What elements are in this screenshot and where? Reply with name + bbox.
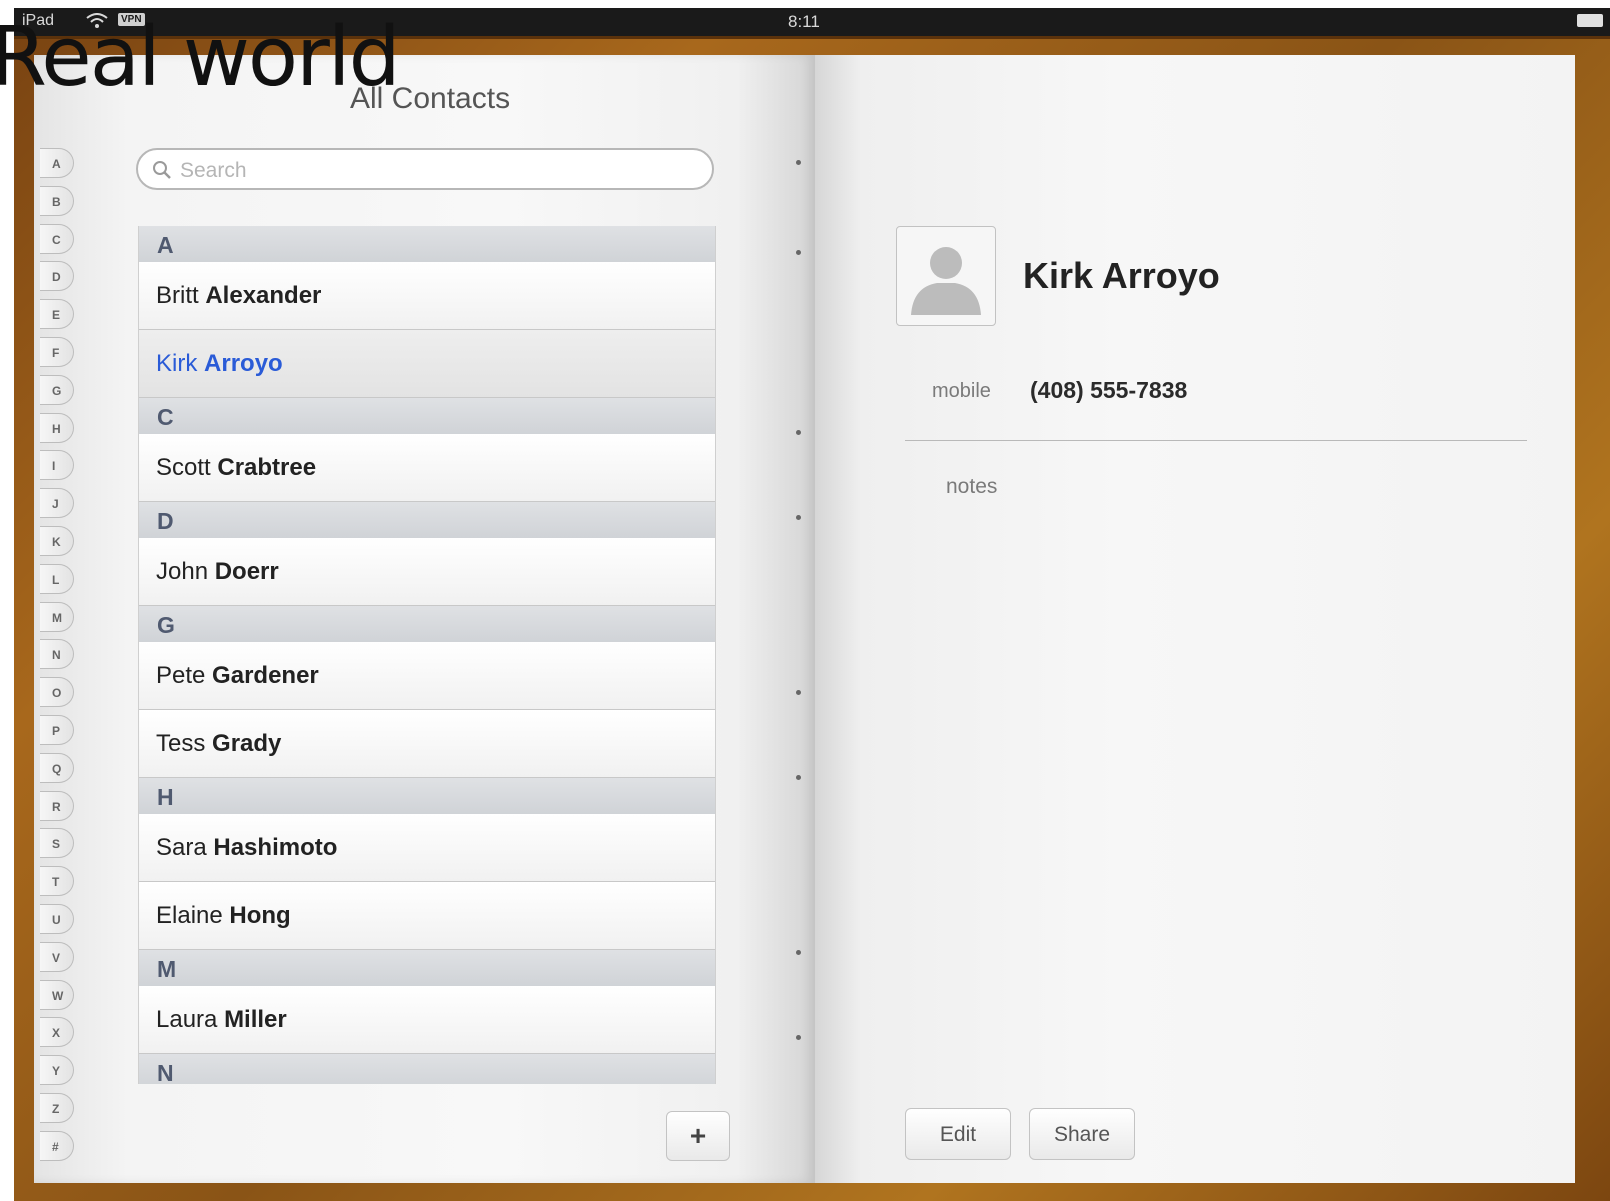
section-header: H	[139, 778, 715, 814]
index-tab-z[interactable]: Z	[40, 1093, 74, 1123]
index-tab-t[interactable]: T	[40, 866, 74, 896]
index-tab-d[interactable]: D	[40, 261, 74, 291]
field-divider	[905, 440, 1527, 441]
index-tab-r[interactable]: R	[40, 791, 74, 821]
contact-first-name: Sara	[156, 834, 207, 861]
index-tab-k[interactable]: K	[40, 526, 74, 556]
index-tab-hash[interactable]: #	[40, 1131, 74, 1161]
contact-row[interactable]: Scott Crabtree	[139, 434, 715, 502]
contact-row[interactable]: Britt Alexander	[139, 262, 715, 330]
contact-first-name: Laura	[156, 1006, 218, 1033]
spine-stitch	[796, 515, 801, 520]
contact-first-name: Pete	[156, 662, 206, 689]
contact-first-name: Elaine	[156, 902, 223, 929]
plus-icon: +	[689, 1120, 707, 1151]
section-header: A	[139, 226, 715, 262]
index-tab-m[interactable]: M	[40, 602, 74, 632]
contact-last-name: Hong	[229, 902, 291, 929]
slide-title: Real world	[0, 10, 401, 105]
contact-last-name: Crabtree	[217, 454, 317, 481]
contact-row[interactable]: Sara Hashimoto	[139, 814, 715, 882]
section-header: C	[139, 398, 715, 434]
contact-name: Kirk Arroyo	[1023, 255, 1220, 296]
section-header: D	[139, 502, 715, 538]
alphabet-index: A B C D E F G H I J K L M N O P Q R S T U V W X Y Z #	[40, 148, 90, 1161]
spine-stitch	[796, 690, 801, 695]
contact-first-name: Tess	[156, 730, 206, 757]
spine-stitch	[796, 1035, 801, 1040]
search-field[interactable]: Search	[136, 148, 714, 190]
phone-number[interactable]: (408) 555-7838	[1030, 377, 1187, 404]
phone-label: mobile	[932, 380, 991, 402]
contact-row[interactable]: John Doerr	[139, 538, 715, 606]
index-tab-s[interactable]: S	[40, 828, 74, 858]
battery-icon	[1577, 14, 1603, 27]
spine-stitch	[796, 160, 801, 165]
search-placeholder: Search	[180, 159, 247, 182]
index-tab-q[interactable]: Q	[40, 753, 74, 783]
contact-row[interactable]: Elaine Hong	[139, 882, 715, 950]
contact-row[interactable]: Laura Miller	[139, 986, 715, 1054]
index-tab-g[interactable]: G	[40, 375, 74, 405]
index-tab-u[interactable]: U	[40, 904, 74, 934]
index-tab-n[interactable]: N	[40, 639, 74, 669]
spine-stitch	[796, 950, 801, 955]
index-tab-w[interactable]: W	[40, 980, 74, 1010]
contact-row[interactable]: Pete Gardener	[139, 642, 715, 710]
index-tab-l[interactable]: L	[40, 564, 74, 594]
section-header: N	[139, 1054, 715, 1084]
contact-last-name: Miller	[224, 1006, 287, 1033]
person-silhouette-icon	[911, 247, 981, 315]
contact-last-name: Alexander	[205, 282, 322, 309]
index-tab-x[interactable]: X	[40, 1017, 74, 1047]
index-tab-i[interactable]: I	[40, 450, 74, 480]
share-button[interactable]: Share	[1029, 1108, 1135, 1160]
notes-label: notes	[946, 475, 998, 498]
contact-row[interactable]: Tess Grady	[139, 710, 715, 778]
contact-avatar[interactable]	[896, 226, 996, 326]
index-tab-j[interactable]: J	[40, 488, 74, 518]
index-tab-a[interactable]: A	[40, 148, 74, 178]
contact-last-name: Gardener	[212, 662, 319, 689]
index-tab-v[interactable]: V	[40, 942, 74, 972]
index-tab-p[interactable]: P	[40, 715, 74, 745]
index-tab-c[interactable]: C	[40, 224, 74, 254]
add-contact-button[interactable]: +	[666, 1111, 730, 1161]
spine-stitch	[796, 430, 801, 435]
spine-stitch	[796, 250, 801, 255]
contact-first-name: John	[156, 558, 209, 585]
contact-last-name: Arroyo	[204, 350, 283, 377]
contact-first-name: Scott	[156, 454, 211, 481]
section-header: M	[139, 950, 715, 986]
contact-list[interactable]: A Britt Alexander Kirk Arroyo C Scott Crabtr…	[138, 226, 716, 1084]
index-tab-y[interactable]: Y	[40, 1055, 74, 1085]
spine-stitch	[796, 775, 801, 780]
section-header: G	[139, 606, 715, 642]
index-tab-f[interactable]: F	[40, 337, 74, 367]
contact-row[interactable]: Kirk Arroyo	[139, 330, 715, 398]
index-tab-b[interactable]: B	[40, 186, 74, 216]
status-time: 8:11	[788, 12, 820, 31]
right-page	[815, 55, 1575, 1183]
index-tab-h[interactable]: H	[40, 413, 74, 443]
index-tab-o[interactable]: O	[40, 677, 74, 707]
index-tab-e[interactable]: E	[40, 299, 74, 329]
edit-button[interactable]: Edit	[905, 1108, 1011, 1160]
contact-last-name: Grady	[212, 730, 282, 757]
search-icon	[152, 160, 172, 180]
contact-first-name: Britt	[156, 282, 199, 309]
contact-last-name: Doerr	[214, 558, 279, 585]
contact-first-name: Kirk	[156, 350, 198, 377]
contact-last-name: Hashimoto	[213, 834, 338, 861]
